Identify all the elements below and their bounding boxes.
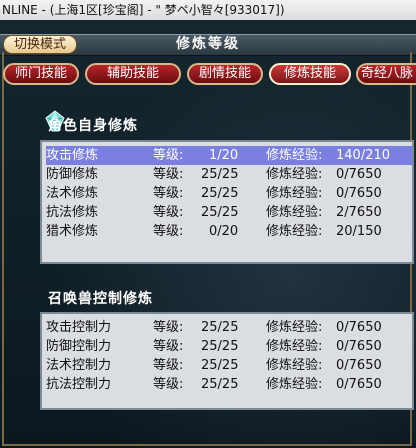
tab-story-skills[interactable]: 剧情技能 [187,63,263,85]
list-item[interactable]: 攻击修炼 等级: 1/20 修炼经验: 140/210 [46,146,412,165]
list-item[interactable]: 防御修炼 等级: 25/25 修炼经验: 0/7650 [46,165,412,184]
list-item[interactable]: 抗法控制力 等级: 25/25 修炼经验: 0/7650 [46,375,412,394]
skill-tabs: 师门技能 辅助技能 剧情技能 修炼技能 奇经八脉 [0,63,416,87]
pet-cultivation-title: 召唤兽控制修炼 [48,291,153,307]
self-cultivation-list: 攻击修炼 等级: 1/20 修炼经验: 140/210 防御修炼 等级: 25/… [40,140,414,264]
list-item[interactable]: 抗法修炼 等级: 25/25 修炼经验: 2/7650 [46,203,412,222]
list-item[interactable]: 猎术修炼 等级: 0/20 修炼经验: 20/150 [46,222,412,241]
pet-cultivation-list: 攻击控制力 等级: 25/25 修炼经验: 0/7650 防御控制力 等级: 2… [40,312,414,410]
window-titlebar: NLINE - (上海1区[珍宝阁] - " 梦ペ小智々[933017]) [0,0,416,21]
list-item[interactable]: 法术控制力 等级: 25/25 修炼经验: 0/7650 [46,356,412,375]
tab-cultivation-skills[interactable]: 修炼技能 [269,63,351,85]
list-item[interactable]: 攻击控制力 等级: 25/25 修炼经验: 0/7650 [46,318,412,337]
tab-school-skills[interactable]: 师门技能 [3,63,79,85]
self-cultivation-title: 角色自身修炼 [48,118,138,134]
tab-meridian[interactable]: 奇经八脉 [356,63,416,85]
list-item[interactable]: 法术修炼 等级: 25/25 修炼经验: 0/7650 [46,184,412,203]
window-title: NLINE - (上海1区[珍宝阁] - " 梦ペ小智々[933017]) [2,3,285,17]
cultivation-panel: 切换模式 修炼等级 师门技能 辅助技能 剧情技能 修炼技能 奇经八脉 角色自身修… [0,20,416,448]
tab-assist-skills[interactable]: 辅助技能 [85,63,181,85]
list-item[interactable]: 防御控制力 等级: 25/25 修炼经验: 0/7650 [46,337,412,356]
